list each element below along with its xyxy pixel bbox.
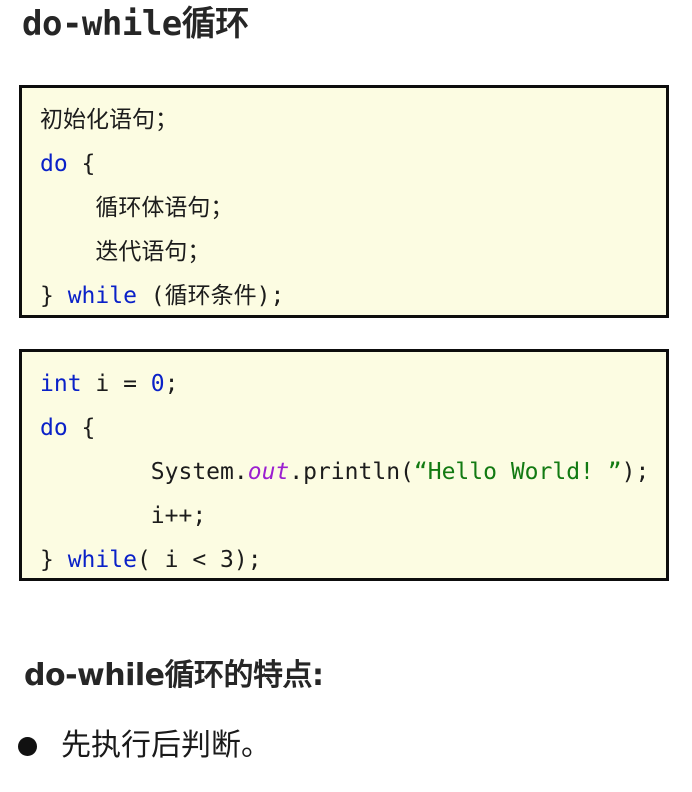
code-token: do	[40, 415, 68, 441]
code-token: out	[247, 459, 290, 485]
code-line: System.out.println(“Hello World! ”);	[40, 450, 666, 494]
bullet-item-label: 先执行后判断。	[61, 728, 271, 763]
code-line: } while (循环条件);	[40, 274, 666, 315]
code-token: (循环条件);	[136, 283, 285, 309]
code-token: 迭代语句；	[40, 239, 211, 265]
code-line: 循环体语句；	[40, 186, 666, 230]
code-token: 循环体语句；	[40, 195, 234, 221]
bullet-dot-icon	[18, 737, 37, 756]
code-line: do {	[40, 406, 666, 450]
code-line: 初始化语句；	[40, 98, 666, 142]
code-token: i =	[81, 371, 151, 397]
code-token: System.	[40, 459, 248, 485]
code-token: i++;	[40, 503, 207, 529]
code-line: do {	[40, 142, 666, 186]
code-block-syntax-template: 初始化语句； do { 循环体语句； 迭代语句；} while (循环条件);	[19, 85, 669, 318]
code-token: int	[40, 371, 82, 397]
code-token: );	[621, 459, 650, 485]
code-token: (	[136, 547, 165, 573]
code-token: do	[40, 151, 68, 177]
code-token: ;	[164, 371, 179, 397]
code-line: i++;	[40, 494, 666, 538]
code-token: {	[67, 415, 96, 441]
code-token: < 3);	[178, 547, 262, 573]
code-token: while	[67, 283, 137, 309]
code-token: “Hello World! ”	[413, 459, 622, 485]
code-block-java-example: int i = 0; do { System.out.println(“Hello…	[19, 349, 669, 581]
features-bullet-list: 先执行后判断。	[18, 726, 668, 766]
code-token: {	[67, 151, 96, 177]
code-token: }	[40, 547, 68, 573]
code-token: while	[67, 547, 137, 573]
code-token: }	[40, 283, 68, 309]
code-line: int i = 0;	[40, 362, 666, 406]
code-line: 迭代语句；	[40, 230, 666, 274]
code-token: .println(	[289, 459, 414, 485]
code-token-misspelled: i	[165, 538, 179, 578]
code-token: 0	[150, 371, 165, 397]
features-heading: do-while循环的特点:	[24, 658, 324, 693]
page-title: do-while循环	[22, 4, 249, 44]
code-line: } while( i < 3);	[40, 538, 666, 578]
code-token: 初始化语句；	[40, 107, 178, 133]
bullet-item: 先执行后判断。	[18, 726, 668, 766]
